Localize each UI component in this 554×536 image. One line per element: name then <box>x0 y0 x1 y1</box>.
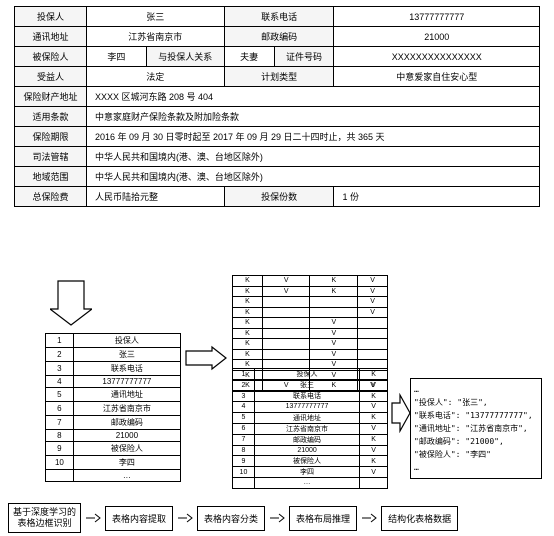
down-arrow-icon <box>50 279 92 327</box>
l: "邮政编码": "21000", <box>414 437 504 446</box>
value: 21000 <box>334 27 540 47</box>
extracted-list-table: 1投保人2张三3联系电话4137777777775通讯地址6江苏省南京市7邮政编… <box>45 333 181 482</box>
right-arrow-icon <box>390 393 412 433</box>
label: 保险期限 <box>15 127 87 147</box>
l: "被保险人": "李四" <box>414 450 491 459</box>
json-output: … "投保人": "张三", "联系电话": "13777777777", "通… <box>410 378 542 479</box>
l: "联系电话": "13777777777", <box>414 411 533 420</box>
l: "通讯地址": "江苏省南京市", <box>414 424 528 433</box>
ell: … <box>414 463 419 472</box>
value: XXXX 区城河东路 208 号 404 <box>86 87 539 107</box>
value: 法定 <box>86 67 224 87</box>
ell: … <box>414 385 419 394</box>
insurance-form-table: 投保人张三联系电话13777777777 通讯地址江苏省南京市邮政编码21000… <box>14 6 540 207</box>
value: 夫妻 <box>224 47 274 67</box>
value: 2016 年 09 月 30 日零时起至 2017 年 09 月 29 日二十四… <box>86 127 539 147</box>
flow-step: 表格内容分类 <box>197 506 265 531</box>
label: 总保险费 <box>15 187 87 207</box>
label: 通讯地址 <box>15 27 87 47</box>
value: 人民币陆拾元整 <box>86 187 224 207</box>
label: 证件号码 <box>274 47 334 67</box>
row-num: 2 <box>46 348 74 362</box>
label: 与投保人关系 <box>146 47 224 67</box>
row-text: 被保险人 <box>73 442 180 456</box>
flow-step: 表格布局推理 <box>289 506 357 531</box>
row-num: 9 <box>46 442 74 456</box>
value: 13777777777 <box>334 7 540 27</box>
row-text: 张三 <box>73 348 180 362</box>
flow-step: 表格内容提取 <box>105 506 173 531</box>
value: 张三 <box>86 7 224 27</box>
value: XXXXXXXXXXXXXXX <box>334 47 540 67</box>
row-num: 8 <box>46 430 74 442</box>
value: 江苏省南京市 <box>86 27 224 47</box>
row-num: 4 <box>46 376 74 388</box>
row-num: 5 <box>46 388 74 402</box>
value: 中华人民共和国境内(港、澳、台地区除外) <box>86 167 539 187</box>
row-num: 3 <box>46 362 74 376</box>
label: 地域范围 <box>15 167 87 187</box>
row-num: 6 <box>46 402 74 416</box>
right-arrow-icon <box>85 513 101 523</box>
row-text: 联系电话 <box>73 362 180 376</box>
row-num: 7 <box>46 416 74 430</box>
pipeline-flow: 基于深度学习的 表格边框识别 表格内容提取 表格内容分类 表格布局推理 结构化表… <box>8 503 458 533</box>
label: 投保份数 <box>224 187 334 207</box>
label: 受益人 <box>15 67 87 87</box>
tagged-list-table: 1投保人K2张三V3联系电话K413777777777V5通讯地址K6江苏省南京… <box>232 368 388 489</box>
row-text: 21000 <box>73 430 180 442</box>
value: 李四 <box>86 47 146 67</box>
label: 联系电话 <box>224 7 334 27</box>
row-text: 通讯地址 <box>73 388 180 402</box>
right-arrow-icon <box>269 513 285 523</box>
value: 1 份 <box>334 187 540 207</box>
row-num: 1 <box>46 334 74 348</box>
label: 司法管辖 <box>15 147 87 167</box>
row-text: … <box>73 470 180 482</box>
right-arrow-icon <box>184 345 228 371</box>
label: 投保人 <box>15 7 87 27</box>
right-arrow-icon <box>177 513 193 523</box>
label: 保险财产地址 <box>15 87 87 107</box>
row-text: 李四 <box>73 456 180 470</box>
flow-step: 结构化表格数据 <box>381 506 458 531</box>
label: 被保险人 <box>15 47 87 67</box>
row-text: 投保人 <box>73 334 180 348</box>
label: 邮政编码 <box>224 27 334 47</box>
row-text: 江苏省南京市 <box>73 402 180 416</box>
row-num: 10 <box>46 456 74 470</box>
label: 计划类型 <box>224 67 334 87</box>
l: "投保人": "张三", <box>414 398 488 407</box>
value: 中华人民共和国境内(港、澳、台地区除外) <box>86 147 539 167</box>
right-arrow-icon <box>361 513 377 523</box>
row-text: 13777777777 <box>73 376 180 388</box>
value: 中意爱家自住安心型 <box>334 67 540 87</box>
flow-step: 基于深度学习的 表格边框识别 <box>8 503 81 533</box>
value: 中意家庭财产保险条款及附加险条款 <box>86 107 539 127</box>
row-num <box>46 470 74 482</box>
row-text: 邮政编码 <box>73 416 180 430</box>
label: 适用条款 <box>15 107 87 127</box>
